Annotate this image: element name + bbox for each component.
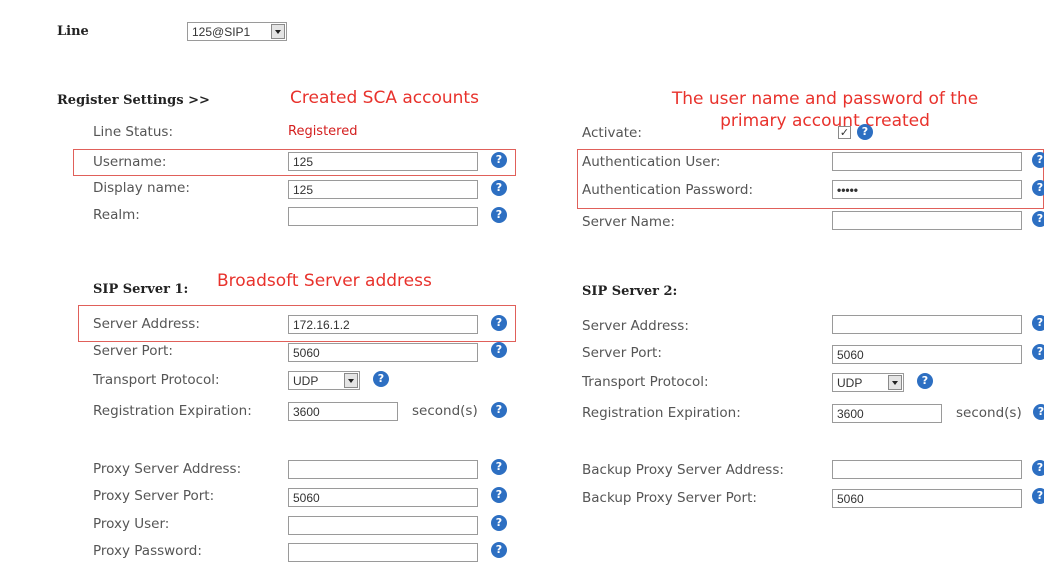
- help-icon[interactable]: [491, 342, 507, 358]
- chevron-down-icon: [271, 24, 285, 39]
- server-address-label: Server Address:: [93, 316, 200, 332]
- line-label: Line: [57, 24, 89, 39]
- sip-server-1-title: SIP Server 1:: [93, 282, 189, 297]
- registration-expiration-2-input[interactable]: 3600: [832, 404, 942, 423]
- server-2-address-input[interactable]: [832, 315, 1022, 334]
- annotation-sca: Created SCA accounts: [290, 88, 479, 108]
- auth-user-label: Authentication User:: [582, 154, 721, 170]
- help-icon[interactable]: [491, 487, 507, 503]
- help-icon[interactable]: [1032, 488, 1044, 504]
- help-icon[interactable]: [491, 152, 507, 168]
- help-icon[interactable]: [491, 402, 507, 418]
- proxy-user-label: Proxy User:: [93, 516, 170, 532]
- auth-password-input[interactable]: •••••: [832, 180, 1022, 199]
- help-icon[interactable]: [491, 542, 507, 558]
- server-address-input[interactable]: 172.16.1.2: [288, 315, 478, 334]
- server-name-input[interactable]: [832, 211, 1022, 230]
- help-icon[interactable]: [1032, 344, 1044, 360]
- line-status-value: Registered: [288, 124, 358, 139]
- proxy-server-port-input[interactable]: 5060: [288, 488, 478, 507]
- transport-protocol-2-select[interactable]: UDP: [832, 373, 904, 392]
- transport-protocol-2-label: Transport Protocol:: [582, 374, 709, 390]
- annotation-primary: The user name and password of the primar…: [671, 89, 979, 131]
- server-port-input[interactable]: 5060: [288, 343, 478, 362]
- help-icon[interactable]: [491, 515, 507, 531]
- line-status-label: Line Status:: [93, 124, 173, 140]
- transport-protocol-select[interactable]: UDP: [288, 371, 360, 390]
- username-input[interactable]: 125: [288, 152, 478, 171]
- transport-protocol-value: UDP: [293, 374, 319, 388]
- proxy-server-address-input[interactable]: [288, 460, 478, 479]
- line-select-value: 125@SIP1: [192, 25, 251, 39]
- seconds-unit-label: second(s): [412, 403, 478, 419]
- help-icon[interactable]: [491, 207, 507, 223]
- help-icon[interactable]: [1032, 211, 1044, 227]
- sip-server-2-title: SIP Server 2:: [582, 284, 678, 299]
- chevron-down-icon: [888, 375, 902, 390]
- auth-password-label: Authentication Password:: [582, 182, 753, 198]
- help-icon[interactable]: [491, 459, 507, 475]
- registration-expiration-label: Registration Expiration:: [93, 403, 252, 419]
- realm-input[interactable]: [288, 207, 478, 226]
- line-select[interactable]: 125@SIP1: [187, 22, 287, 41]
- help-icon[interactable]: [1032, 152, 1044, 168]
- backup-proxy-address-input[interactable]: [832, 460, 1022, 479]
- backup-proxy-address-label: Backup Proxy Server Address:: [582, 462, 784, 478]
- server-name-label: Server Name:: [582, 214, 675, 230]
- proxy-password-label: Proxy Password:: [93, 543, 202, 559]
- display-name-input[interactable]: 125: [288, 180, 478, 199]
- realm-label: Realm:: [93, 207, 140, 223]
- activate-label: Activate:: [582, 125, 642, 141]
- server-2-port-label: Server Port:: [582, 345, 662, 361]
- server-port-label: Server Port:: [93, 343, 173, 359]
- help-icon[interactable]: [857, 124, 873, 140]
- username-label: Username:: [93, 154, 167, 170]
- help-icon[interactable]: [917, 373, 933, 389]
- registration-expiration-2-label: Registration Expiration:: [582, 405, 741, 421]
- backup-proxy-port-label: Backup Proxy Server Port:: [582, 490, 757, 506]
- help-icon[interactable]: [491, 180, 507, 196]
- auth-user-input[interactable]: [832, 152, 1022, 171]
- server-2-port-input[interactable]: 5060: [832, 345, 1022, 364]
- help-icon[interactable]: [491, 315, 507, 331]
- help-icon[interactable]: [1033, 404, 1044, 420]
- registration-expiration-input[interactable]: 3600: [288, 402, 398, 421]
- display-name-label: Display name:: [93, 180, 190, 196]
- activate-checkbox[interactable]: ✓: [838, 126, 851, 139]
- transport-protocol-2-value: UDP: [837, 376, 863, 390]
- help-icon[interactable]: [373, 371, 389, 387]
- transport-protocol-label: Transport Protocol:: [93, 372, 220, 388]
- help-icon[interactable]: [1032, 315, 1044, 331]
- help-icon[interactable]: [1032, 180, 1044, 196]
- proxy-password-input[interactable]: [288, 543, 478, 562]
- register-settings-title: Register Settings >>: [57, 93, 210, 108]
- proxy-server-address-label: Proxy Server Address:: [93, 461, 242, 477]
- proxy-user-input[interactable]: [288, 516, 478, 535]
- server-2-address-label: Server Address:: [582, 318, 689, 334]
- annotation-broadsoft: Broadsoft Server address: [217, 271, 432, 291]
- seconds-unit-2-label: second(s): [956, 405, 1022, 421]
- backup-proxy-port-input[interactable]: 5060: [832, 489, 1022, 508]
- help-icon[interactable]: [1032, 460, 1044, 476]
- chevron-down-icon: [344, 373, 358, 388]
- proxy-server-port-label: Proxy Server Port:: [93, 488, 215, 504]
